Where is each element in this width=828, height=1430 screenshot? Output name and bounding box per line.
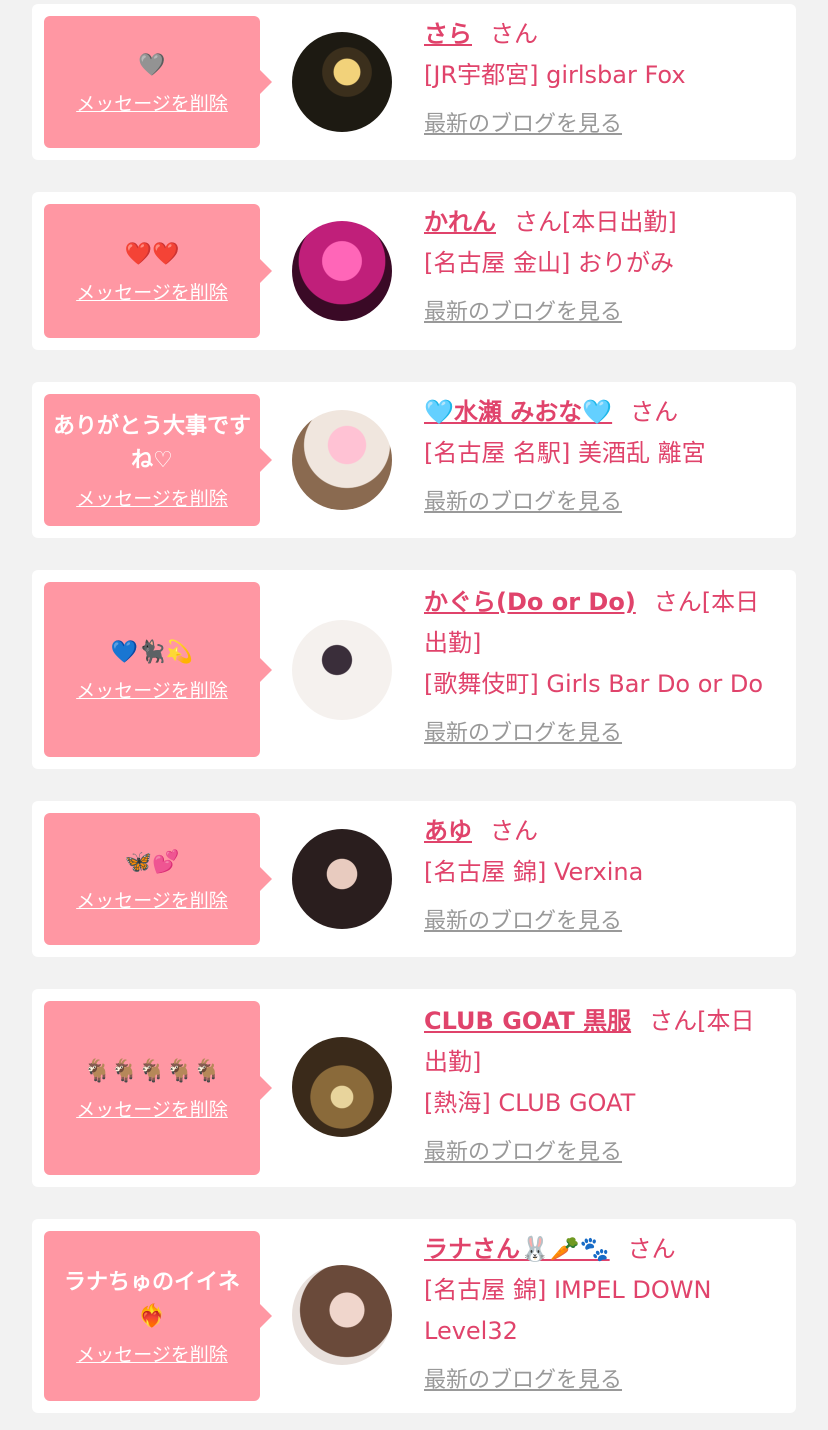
message-card: ❤️❤️ メッセージを削除 かれん さん[本日出勤] [名古屋 金山] おりがみ … <box>32 192 796 350</box>
delete-message-link[interactable]: メッセージを削除 <box>76 1340 228 1367</box>
message-card: 💙🐈‍⬛💫 メッセージを削除 かぐら(Do or Do) さん[本日出勤] [歌舞… <box>32 570 796 769</box>
message-card: ラナちゅのイイネ❤️‍🔥 メッセージを削除 ラナさん🐰🥕🐾 さん [名古屋 錦] … <box>32 1219 796 1413</box>
shop-name: [名古屋 名駅] 美酒乱 離宮 <box>424 439 706 467</box>
delete-message-link[interactable]: メッセージを削除 <box>76 676 228 703</box>
message-text: 🐐🐐🐐🐐🐐 <box>83 1058 221 1084</box>
attendance-status: [本日出勤] <box>562 208 677 236</box>
message-text: ありがとう大事ですね♡ <box>52 413 251 473</box>
message-bubble: 🦋💕 メッセージを削除 <box>44 813 272 945</box>
latest-blog-link[interactable]: 最新のブログを見る <box>424 1132 622 1173</box>
message-bubble: 🐐🐐🐐🐐🐐 メッセージを削除 <box>44 1001 272 1175</box>
shop-name: [名古屋 金山] おりがみ <box>424 249 674 277</box>
profile-info: さら さん [JR宇都宮] girlsbar Fox 最新のブログを見る <box>424 14 772 145</box>
profile-info: かぐら(Do or Do) さん[本日出勤] [歌舞伎町] Girls Bar D… <box>424 582 772 754</box>
avatar[interactable] <box>292 1265 392 1365</box>
profile-info: 🩵水瀬 みおな🩵 さん [名古屋 名駅] 美酒乱 離宮 最新のブログを見る <box>424 392 772 523</box>
message-card: 🩶 メッセージを削除 さら さん [JR宇都宮] girlsbar Fox 最新の… <box>32 4 796 160</box>
avatar[interactable] <box>292 221 392 321</box>
message-text: 💙🐈‍⬛💫 <box>110 640 194 665</box>
latest-blog-link[interactable]: 最新のブログを見る <box>424 292 622 333</box>
shop-name: [歌舞伎町] Girls Bar Do or Do <box>424 670 764 698</box>
delete-message-link[interactable]: メッセージを削除 <box>76 1095 228 1122</box>
profile-info: CLUB GOAT 黒服 さん[本日出勤] [熱海] CLUB GOAT 最新のブ… <box>424 1001 772 1173</box>
delete-message-link[interactable]: メッセージを削除 <box>76 278 228 305</box>
honorific: さん <box>627 1235 676 1263</box>
message-card: 🦋💕 メッセージを削除 あゆ さん [名古屋 錦] Verxina 最新のブログを… <box>32 801 796 957</box>
avatar[interactable] <box>292 829 392 929</box>
message-card: ありがとう大事ですね♡ メッセージを削除 🩵水瀬 みおな🩵 さん [名古屋 名駅]… <box>32 382 796 538</box>
delete-message-link[interactable]: メッセージを削除 <box>76 886 228 913</box>
shop-name: [名古屋 錦] IMPEL DOWN Level32 <box>424 1276 712 1345</box>
shop-name: [JR宇都宮] girlsbar Fox <box>424 61 686 89</box>
shop-name: [名古屋 錦] Verxina <box>424 858 644 886</box>
profile-name-link[interactable]: 🩵水瀬 みおな🩵 <box>424 398 612 426</box>
latest-blog-link[interactable]: 最新のブログを見る <box>424 482 622 523</box>
message-bubble: ありがとう大事ですね♡ メッセージを削除 <box>44 394 272 526</box>
profile-name-link[interactable]: かぐら(Do or Do) <box>424 588 636 616</box>
profile-info: かれん さん[本日出勤] [名古屋 金山] おりがみ 最新のブログを見る <box>424 202 772 333</box>
honorific: さん <box>630 398 679 426</box>
delete-message-link[interactable]: メッセージを削除 <box>76 89 228 116</box>
profile-name-link[interactable]: ラナさん🐰🥕🐾 <box>424 1235 610 1263</box>
message-text: ❤️❤️ <box>124 241 180 267</box>
honorific: さん <box>653 588 702 616</box>
avatar[interactable] <box>292 32 392 132</box>
message-text: 🦋💕 <box>124 849 180 875</box>
honorific: さん <box>649 1007 698 1035</box>
profile-name-link[interactable]: さら <box>424 20 472 48</box>
message-text: ラナちゅのイイネ❤️‍🔥 <box>63 1269 240 1329</box>
latest-blog-link[interactable]: 最新のブログを見る <box>424 1360 622 1401</box>
latest-blog-link[interactable]: 最新のブログを見る <box>424 104 622 145</box>
message-text: 🩶 <box>138 52 166 78</box>
profile-info: ラナさん🐰🥕🐾 さん [名古屋 錦] IMPEL DOWN Level32 最新の… <box>424 1229 772 1401</box>
profile-name-link[interactable]: CLUB GOAT 黒服 <box>424 1007 631 1035</box>
message-bubble: ❤️❤️ メッセージを削除 <box>44 204 272 338</box>
avatar[interactable] <box>292 1037 392 1137</box>
avatar[interactable] <box>292 620 392 720</box>
honorific: さん <box>490 20 538 48</box>
honorific: さん <box>490 817 538 845</box>
honorific: さん <box>514 208 562 236</box>
profile-info: あゆ さん [名古屋 錦] Verxina 最新のブログを見る <box>424 811 772 942</box>
shop-name: [熱海] CLUB GOAT <box>424 1089 636 1117</box>
message-bubble: 🩶 メッセージを削除 <box>44 16 272 148</box>
latest-blog-link[interactable]: 最新のブログを見る <box>424 901 622 942</box>
message-bubble: ラナちゅのイイネ❤️‍🔥 メッセージを削除 <box>44 1231 272 1401</box>
avatar[interactable] <box>292 410 392 510</box>
latest-blog-link[interactable]: 最新のブログを見る <box>424 713 622 754</box>
message-bubble: 💙🐈‍⬛💫 メッセージを削除 <box>44 582 272 757</box>
message-card: 🐐🐐🐐🐐🐐 メッセージを削除 CLUB GOAT 黒服 さん[本日出勤] [熱海]… <box>32 989 796 1187</box>
delete-message-link[interactable]: メッセージを削除 <box>76 484 228 511</box>
profile-name-link[interactable]: あゆ <box>424 817 472 845</box>
profile-name-link[interactable]: かれん <box>424 208 496 236</box>
